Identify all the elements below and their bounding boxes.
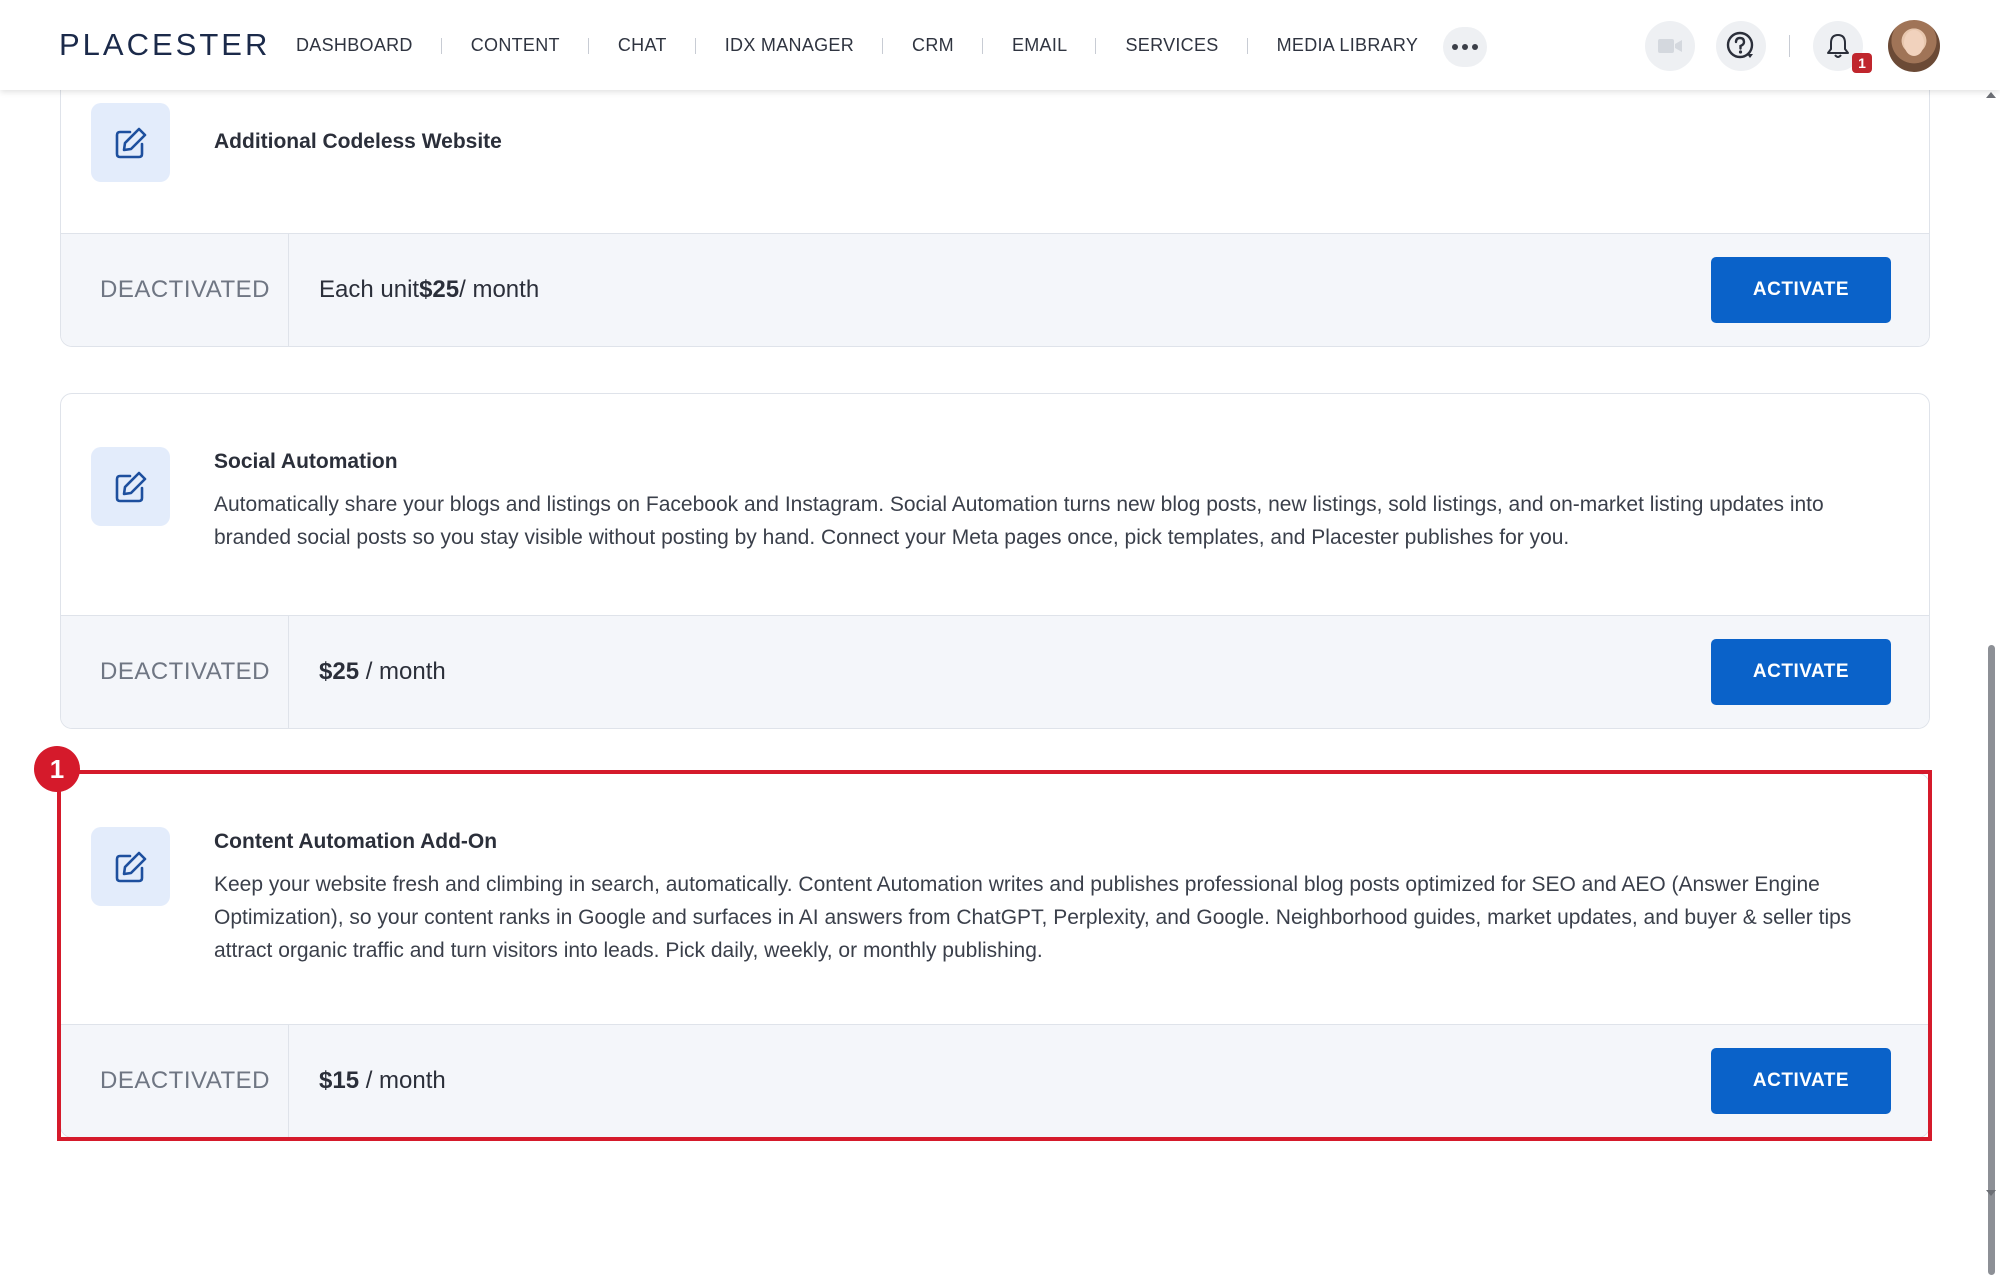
- video-camera-glyph: [1658, 39, 1682, 53]
- addon-card-social-automation: Social Automation Automatically share yo…: [60, 393, 1930, 729]
- price-suffix: / month: [359, 1067, 446, 1094]
- price-value: $15: [319, 1067, 360, 1094]
- card-title: Content Automation Add-On: [214, 830, 498, 853]
- card-description: Keep your website fresh and climbing in …: [214, 873, 1852, 962]
- edit-glyph: [115, 471, 146, 502]
- activate-button[interactable]: ACTIVATE: [1711, 257, 1891, 323]
- edit-icon: [91, 447, 170, 526]
- nav-dashboard[interactable]: DASHBOARD: [296, 35, 442, 56]
- edit-glyph: [115, 127, 146, 158]
- more-dot: [1462, 44, 1468, 50]
- card-title: Additional Codeless Website: [214, 130, 502, 153]
- avatar-face: [1904, 30, 1924, 56]
- card-footer: DEACTIVATED Each unit $25 / month ACTIVA…: [61, 233, 1929, 346]
- price-suffix: / month: [359, 658, 446, 685]
- nav-content[interactable]: CONTENT: [442, 35, 589, 56]
- placester-logo[interactable]: PLACESTER: [59, 27, 270, 63]
- more-icon[interactable]: [1443, 27, 1487, 67]
- scroll-down-icon[interactable]: [1986, 1190, 1996, 1196]
- edit-icon: [91, 103, 170, 182]
- price-prefix: Each unit: [319, 276, 420, 303]
- activate-button[interactable]: ACTIVATE: [1711, 639, 1891, 705]
- activate-button[interactable]: ACTIVATE: [1711, 1048, 1891, 1114]
- card-footer: DEACTIVATED $15 / month ACTIVATE: [61, 1024, 1929, 1137]
- scroll-thumb[interactable]: [1988, 645, 1995, 1275]
- video-camera-icon[interactable]: [1645, 21, 1695, 71]
- price-value: $25: [319, 658, 360, 685]
- nav-chat[interactable]: CHAT: [589, 35, 696, 56]
- scroll-up-icon[interactable]: [1986, 92, 1996, 98]
- price-suffix: / month: [459, 276, 540, 303]
- main-nav: DASHBOARD CONTENT CHAT IDX MANAGER CRM E…: [296, 0, 1447, 90]
- edit-glyph: [115, 851, 146, 882]
- nav-crm[interactable]: CRM: [883, 35, 983, 56]
- nav-email[interactable]: EMAIL: [983, 35, 1097, 56]
- nav-idx-manager[interactable]: IDX MANAGER: [696, 35, 884, 56]
- help-glyph: [1726, 31, 1754, 59]
- nav-media-library[interactable]: MEDIA LIBRARY: [1248, 35, 1448, 56]
- card-title: Social Automation: [214, 450, 398, 473]
- help-icon[interactable]: [1716, 21, 1766, 71]
- annotation-marker: 1: [34, 746, 80, 792]
- notification-badge: 1: [1852, 53, 1872, 73]
- price-label: $25 / month: [319, 616, 446, 728]
- edit-icon: [91, 827, 170, 906]
- more-dot: [1472, 44, 1478, 50]
- card-footer: DEACTIVATED $25 / month ACTIVATE: [61, 615, 1929, 728]
- header-divider: [1789, 35, 1790, 57]
- price-label: $15 / month: [319, 1025, 446, 1137]
- card-description: Automatically share your blogs and listi…: [214, 493, 1824, 549]
- nav-services[interactable]: SERVICES: [1096, 35, 1248, 56]
- bell-glyph: [1827, 34, 1849, 58]
- scrollbar[interactable]: [1982, 90, 2000, 1275]
- price-label: Each unit $25 / month: [319, 234, 539, 346]
- status-label: DEACTIVATED: [61, 616, 289, 728]
- more-dot: [1452, 44, 1458, 50]
- addon-card-content-automation: Content Automation Add-On Keep your webs…: [60, 773, 1930, 1138]
- addon-card-additional-codeless-website: Additional Codeless Website DEACTIVATED …: [60, 60, 1930, 347]
- status-label: DEACTIVATED: [61, 234, 289, 346]
- status-label: DEACTIVATED: [61, 1025, 289, 1137]
- avatar[interactable]: [1888, 20, 1940, 72]
- top-navigation-bar: PLACESTER DASHBOARD CONTENT CHAT IDX MAN…: [0, 0, 2000, 90]
- price-value: $25: [419, 276, 460, 303]
